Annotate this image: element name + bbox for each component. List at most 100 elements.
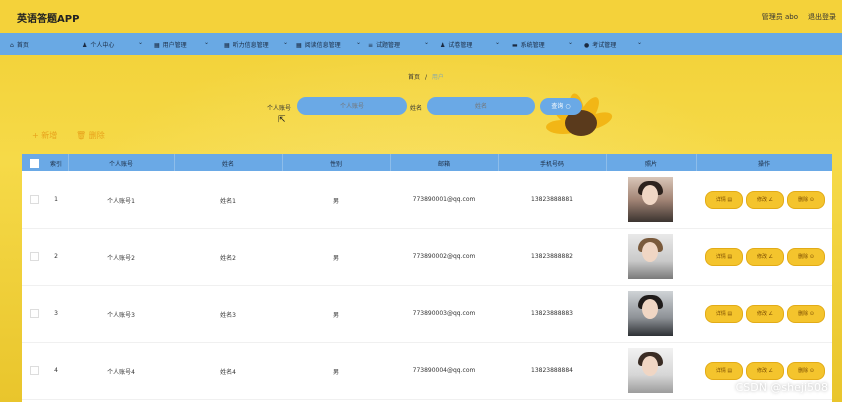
user-table: 索引 个人账号 姓名 性别 邮箱 手机号码 照片 操作 1 个人账号1 姓名1 … [22,154,832,402]
cell-name: 姓名1 [220,198,236,205]
header-gender: 性别 [329,161,342,168]
detail-button[interactable]: 详情 ▤ [705,191,743,209]
cell-email: 773890003@qq.com [412,310,476,317]
table-row: 2 个人账号2 姓名2 男 773890002@qq.com 138238888… [22,228,832,286]
add-button[interactable]: + 新增 [32,130,57,141]
delete-button[interactable]: 删除 ⊙ [787,191,825,209]
nav-item-system[interactable]: ▬ 系统管理 [512,40,545,49]
cell-index: 2 [54,253,58,260]
breadcrumb-current: 用户 [431,74,444,81]
cell-account: 个人账号1 [107,198,135,205]
chevron-down-icon: ⌄ [283,39,289,46]
table-row: 3 个人账号3 姓名3 男 773890003@qq.com 138238888… [22,285,832,343]
edit-button[interactable]: 修改 ∠ [746,362,784,380]
top-header: 英语答题APP 管理员 abo 退出登录 [0,0,842,33]
monitor-icon: ▬ [512,42,518,49]
nav-item-profile[interactable]: ♟ 个人中心 [82,40,114,49]
cell-gender: 男 [332,312,339,319]
cell-index: 1 [54,196,58,203]
admin-label: 管理员 abo [761,13,798,21]
edit-button[interactable]: 修改 ∠ [746,305,784,323]
user-photo [628,177,673,222]
table-row: 4 个人账号4 姓名4 男 773890004@qq.com 138238888… [22,342,832,400]
grid-icon: ▦ [224,42,230,49]
list-icon: ≡ [368,42,374,49]
cell-email: 773890004@qq.com [412,367,476,374]
delete-button[interactable]: 删除 ⊙ [787,248,825,266]
nav-item-listening[interactable]: ▦ 听力信息管理 [224,40,269,49]
cell-name: 姓名3 [220,312,236,319]
row-checkbox[interactable] [30,252,39,261]
detail-button[interactable]: 详情 ▤ [705,305,743,323]
chevron-down-icon: ⌄ [356,39,362,46]
cell-name: 姓名4 [220,369,236,376]
nav-item-users[interactable]: ▦ 用户管理 [154,40,187,49]
row-checkbox[interactable] [30,366,39,375]
user-icon: ♟ [82,42,88,49]
grid-icon: ▦ [296,42,302,49]
delete-button[interactable]: 删除 ⊙ [787,362,825,380]
cell-account: 个人账号3 [107,312,135,319]
nav-item-reading[interactable]: ▦ 阅读信息管理 [296,40,341,49]
cell-gender: 男 [332,369,339,376]
edit-button[interactable]: 修改 ∠ [746,191,784,209]
header-account: 个人账号 [108,161,133,168]
chevron-down-icon: ⌄ [424,39,430,46]
user-photo [628,348,673,393]
breadcrumb-sep: / [424,74,427,81]
table-row: 1 个人账号1 姓名1 男 773890001@qq.com 138238888… [22,171,832,229]
nav-item-papers[interactable]: ♟ 试卷管理 [440,40,472,49]
edit-button[interactable]: 修改 ∠ [746,248,784,266]
breadcrumb-home[interactable]: 首页 [408,74,420,81]
table-header: 索引 个人账号 姓名 性别 邮箱 手机号码 照片 操作 [22,154,832,171]
mouse-cursor-icon: ⇱ [278,115,286,125]
app-title: 英语答题APP [17,14,80,25]
photo-face [642,185,658,205]
cell-name: 姓名2 [220,255,236,262]
chevron-down-icon: ⌄ [138,39,144,46]
detail-button[interactable]: 详情 ▤ [705,362,743,380]
photo-face [642,242,658,262]
cell-gender: 男 [332,198,339,205]
cell-phone: 13823888884 [531,367,573,374]
query-button[interactable]: 查询 ○ [540,98,582,115]
header-index: 索引 [49,161,62,168]
account-search-input[interactable] [297,97,407,115]
watermark: CSDN @sheji508 [735,381,828,394]
chevron-down-icon: ⌄ [637,39,643,46]
nav-item-home[interactable]: ⌂ 首页 [10,40,29,49]
logout-link[interactable]: 退出登录 [808,12,836,22]
main-nav: ⌂ 首页 ♟ 个人中心 ⌄ ▦ 用户管理 ⌄ ▦ 听力信息管理 ⌄ ▦ 阅读信息管理 ⌄ … [0,33,842,55]
delete-button[interactable]: 删除 ⊙ [787,305,825,323]
select-all-checkbox[interactable] [30,159,39,168]
grid-icon: ▦ [154,42,160,49]
cell-gender: 男 [332,255,339,262]
pin-icon: ● [584,42,590,49]
photo-face [642,299,658,319]
name-search-input[interactable] [427,97,535,115]
photo-face [642,356,658,376]
home-icon: ⌂ [10,42,14,49]
row-checkbox[interactable] [30,195,39,204]
chevron-down-icon: ⌄ [204,39,210,46]
user-photo [628,291,673,336]
nav-item-exams[interactable]: ● 考试管理 [584,40,616,49]
header-email: 邮箱 [437,161,450,168]
cell-account: 个人账号4 [107,369,135,376]
header-phone: 手机号码 [539,161,564,168]
cell-email: 773890001@qq.com [412,196,476,203]
detail-button[interactable]: 详情 ▤ [705,248,743,266]
breadcrumb: 首页 / 用户 [408,72,444,81]
batch-delete-button[interactable]: 🗑 删除 [76,130,105,141]
cell-phone: 13823888882 [531,253,573,260]
nav-item-questions[interactable]: ≡ 试题管理 [368,40,400,49]
account-label: 个人账号 [267,105,292,112]
user-photo [628,234,673,279]
name-label: 姓名 [410,105,423,112]
sunflower-decoration [520,80,640,155]
row-checkbox[interactable] [30,309,39,318]
chevron-down-icon: ⌄ [568,39,574,46]
cell-email: 773890002@qq.com [412,253,476,260]
chevron-down-icon: ⌄ [495,39,501,46]
cell-phone: 13823888881 [531,196,573,203]
